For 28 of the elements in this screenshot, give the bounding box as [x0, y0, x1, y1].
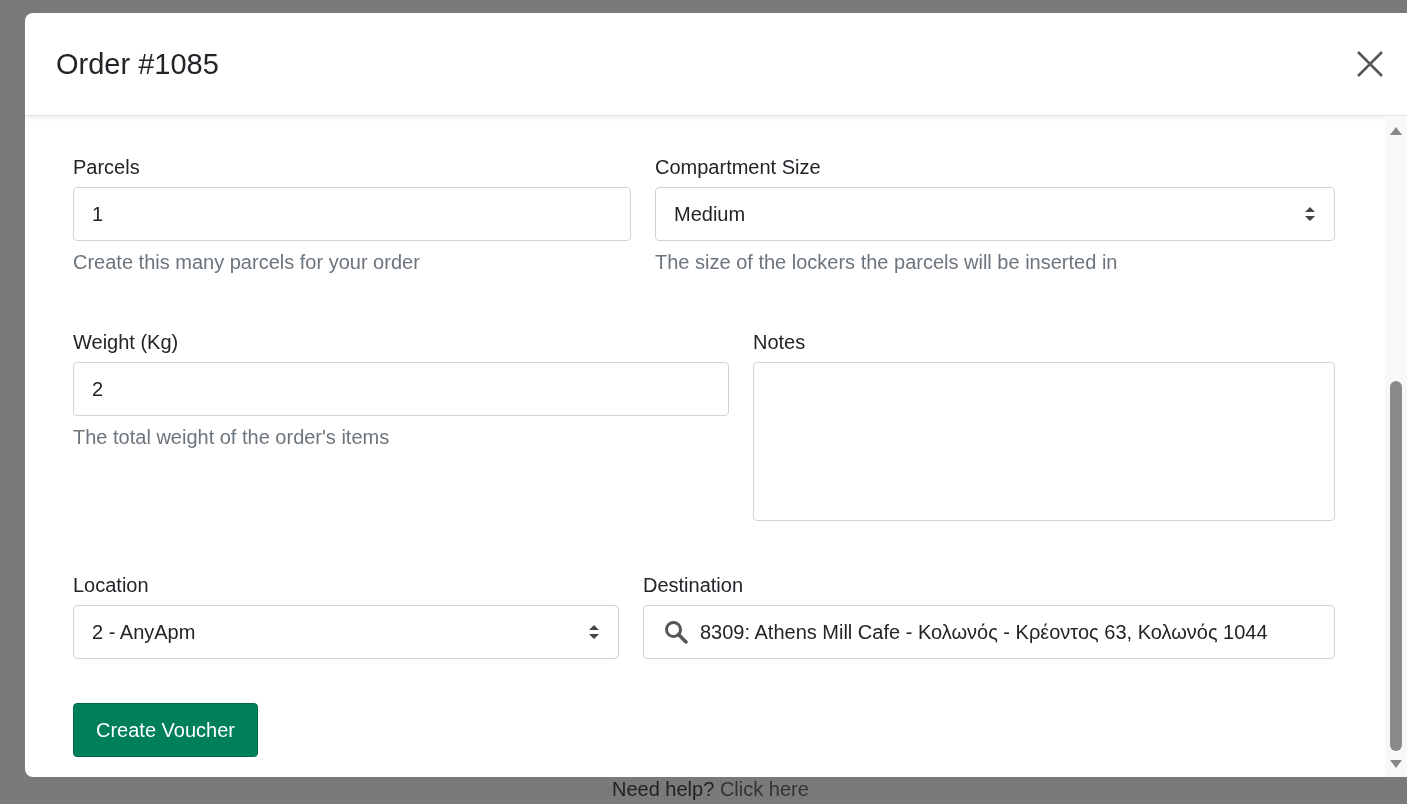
scrollbar-thumb[interactable]	[1390, 381, 1402, 751]
sort-caret-icon	[1304, 206, 1316, 222]
input-field[interactable]: 2	[73, 362, 729, 416]
create-voucher-button[interactable]: Create Voucher	[73, 703, 258, 757]
help-text: Create this many parcels for your order	[73, 251, 420, 274]
field-label: Weight (Kg)	[73, 331, 179, 354]
select-value: 2 - AnyApm	[92, 620, 196, 644]
scroll-up-icon[interactable]	[1389, 126, 1403, 136]
select-value: Medium	[674, 202, 746, 226]
input-field[interactable]: 1	[73, 187, 631, 241]
modal-title: Order #1085	[56, 47, 219, 81]
scrollbar[interactable]	[1385, 116, 1407, 777]
field-label: Parcels	[73, 156, 140, 179]
scroll-down-icon[interactable]	[1389, 759, 1403, 769]
help-text: The total weight of the order's items	[73, 426, 390, 449]
search-value: 8309: Athens Mill Cafe - Κολωνός - Κρέοντος 63, Κολωνός 1044	[700, 620, 1268, 644]
search-icon	[664, 620, 688, 644]
close-icon	[1355, 49, 1385, 79]
field-label: Location	[73, 574, 149, 597]
help-text: The size of the lockers the parcels will be inserted in	[655, 251, 1118, 274]
field-label: Compartment Size	[655, 156, 821, 179]
search-field[interactable]: 8309: Athens Mill Cafe - Κολωνός - Κρέοντος 63, Κολωνός 1044	[643, 605, 1335, 659]
select-dropdown[interactable]: 2 - AnyApm	[73, 605, 619, 659]
help-prompt: Need help?	[612, 778, 716, 800]
field-label: Destination	[643, 574, 744, 597]
field-label: Notes	[753, 331, 806, 354]
select-dropdown[interactable]: Medium	[655, 187, 1335, 241]
sort-caret-icon	[588, 624, 600, 640]
